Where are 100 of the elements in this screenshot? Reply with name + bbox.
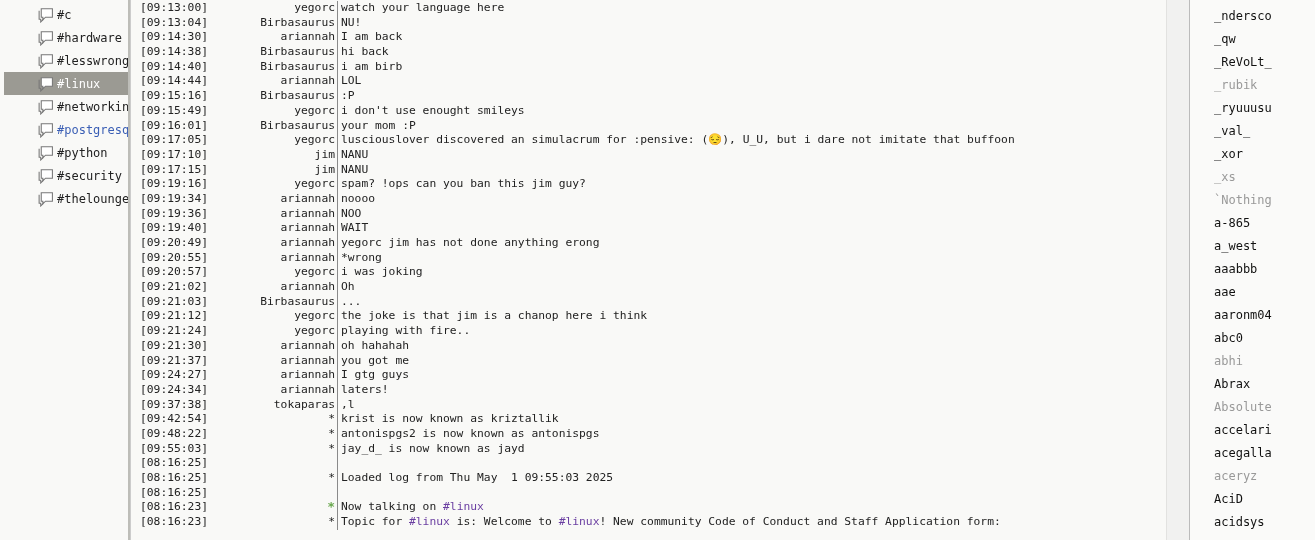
nick: ariannah	[280, 191, 335, 205]
channel-link[interactable]: #linux	[443, 500, 484, 514]
timestamp: [08:16:25]	[140, 456, 208, 471]
channel-link[interactable]: #linux	[558, 515, 600, 529]
timestamp: [09:14:40]	[140, 59, 208, 75]
user-item[interactable]: accelari	[1214, 419, 1315, 442]
nick: yegorc	[294, 309, 335, 323]
timestamp: [09:20:57]	[140, 265, 208, 281]
message-text: LOL	[341, 74, 362, 90]
user-item[interactable]: _xor	[1214, 143, 1315, 166]
timestamp: [08:16:25]	[140, 485, 208, 501]
nick: yegorc	[294, 324, 335, 338]
timestamp: [09:20:55]	[140, 250, 208, 266]
message-text: lusciouslover discovered an simulacrum for :pensive: (😔), U_U, but i dare not imitate that buffoon	[341, 133, 1015, 148]
user-item[interactable]: _val_	[1214, 120, 1315, 143]
message-text: NANU	[341, 162, 369, 178]
timestamp: [09:19:34]	[140, 191, 208, 207]
chat-bubble-icon	[37, 29, 54, 46]
nick: yegorc	[294, 177, 335, 191]
nick: Birbasaurus	[260, 118, 335, 132]
message-text: jay_d_ is now known as jayd	[341, 441, 525, 457]
timestamp: [09:21:02]	[140, 280, 208, 295]
chat-bubble-icon	[37, 121, 54, 138]
timestamp: [09:14:44]	[140, 74, 208, 90]
message-text: spam? !ops can you ban this jim guy?	[341, 177, 586, 192]
nick: ariannah	[280, 30, 335, 44]
message-text: WAIT	[341, 221, 369, 236]
timestamp: [09:13:04]	[140, 15, 208, 31]
user-item[interactable]: a_west	[1214, 235, 1315, 258]
message-text: i am birb	[341, 59, 403, 75]
nick: ariannah	[280, 280, 335, 294]
timestamp: [09:19:16]	[140, 177, 208, 192]
channel-item[interactable]: #python	[0, 141, 128, 164]
chat-bubble-icon	[37, 75, 54, 92]
nick: ariannah	[280, 382, 335, 396]
timestamp: [09:15:16]	[140, 89, 208, 104]
timestamp: [09:37:38]	[140, 397, 208, 413]
message-text: you got me	[341, 353, 409, 369]
user-item[interactable]: _qw	[1214, 28, 1315, 51]
nick: yegorc	[294, 133, 335, 147]
message-text: Now talking on #linux	[341, 500, 484, 516]
nick: *	[328, 426, 335, 440]
user-item[interactable]: _ryuuusu	[1214, 97, 1315, 120]
nick: *	[328, 441, 335, 455]
nick: Birbasaurus	[260, 45, 335, 59]
timestamp: [09:17:15]	[140, 162, 208, 178]
channel-item[interactable]: #thelounge	[0, 187, 128, 210]
user-item[interactable]: _ndersco	[1214, 5, 1315, 28]
message-text: I am back	[341, 30, 403, 46]
user-item[interactable]: a-865	[1214, 212, 1315, 235]
nick: Birbasaurus	[260, 294, 335, 308]
user-item[interactable]: acidsys	[1214, 511, 1315, 534]
channel-item[interactable]: #postgresq	[0, 118, 128, 141]
user-item[interactable]: AciD	[1214, 488, 1315, 511]
channel-item[interactable]: #hardware	[0, 26, 128, 49]
chat-bubble-icon	[37, 52, 54, 69]
user-item[interactable]: acegalla	[1214, 442, 1315, 465]
nick: ariannah	[280, 236, 335, 249]
channel-item[interactable]: #lesswrong	[0, 49, 128, 72]
nick: yegorc	[294, 265, 335, 279]
channel-item[interactable]: #networkin	[0, 95, 128, 118]
chat-bubble-icon	[37, 190, 54, 207]
user-item[interactable]: _ReVoLt_	[1214, 51, 1315, 74]
timestamp: [09:14:30]	[140, 30, 208, 46]
user-item[interactable]: Abrax	[1214, 373, 1315, 396]
message-text: i was joking	[341, 265, 423, 281]
message-text: Topic for #linux is: Welcome to #linux! New community Code of Conduct and Staff Application form:	[341, 515, 1001, 530]
scrollbar-track[interactable]	[1166, 0, 1190, 540]
timestamp: [09:24:27]	[140, 368, 208, 383]
nick: ariannah	[280, 250, 335, 264]
user-item[interactable]: aaabbb	[1214, 258, 1315, 281]
timestamp: [09:42:54]	[140, 412, 208, 427]
timestamp: [09:15:49]	[140, 103, 208, 119]
nick: Birbasaurus	[260, 59, 335, 73]
timestamp: [09:17:05]	[140, 133, 208, 148]
timestamp: [09:19:36]	[140, 206, 208, 222]
chat-bubble-icon	[37, 144, 54, 161]
message-text: krist is now known as kriztallik	[341, 412, 559, 427]
nick: tokaparas	[273, 397, 335, 411]
nick: ariannah	[280, 368, 335, 382]
timestamp: [09:55:03]	[140, 441, 208, 457]
message-text: yegorc jim has not done anything erong	[341, 236, 600, 251]
nick: ariannah	[280, 353, 335, 367]
timestamp: [09:20:49]	[140, 236, 208, 251]
message-text: ,l	[341, 397, 355, 413]
message-text: hi back	[341, 45, 389, 60]
channel-item[interactable]: #c	[0, 3, 128, 26]
message-text: NU!	[341, 15, 362, 31]
chat-bubble-icon	[37, 167, 54, 184]
channel-item[interactable]: #security	[0, 164, 128, 187]
message-text: antonispgs2 is now known as antonispgs	[341, 426, 600, 442]
user-item[interactable]: abc0	[1214, 327, 1315, 350]
nick: ariannah	[280, 338, 335, 352]
user-item[interactable]: aaronm04	[1214, 304, 1315, 327]
channel-link[interactable]: #linux	[409, 515, 450, 529]
message-text: your mom :P	[341, 118, 416, 134]
timestamp: [09:21:37]	[140, 353, 208, 369]
user-item[interactable]: aae	[1214, 281, 1315, 304]
nick: Birbasaurus	[260, 89, 335, 103]
timestamp: [09:19:40]	[140, 221, 208, 236]
